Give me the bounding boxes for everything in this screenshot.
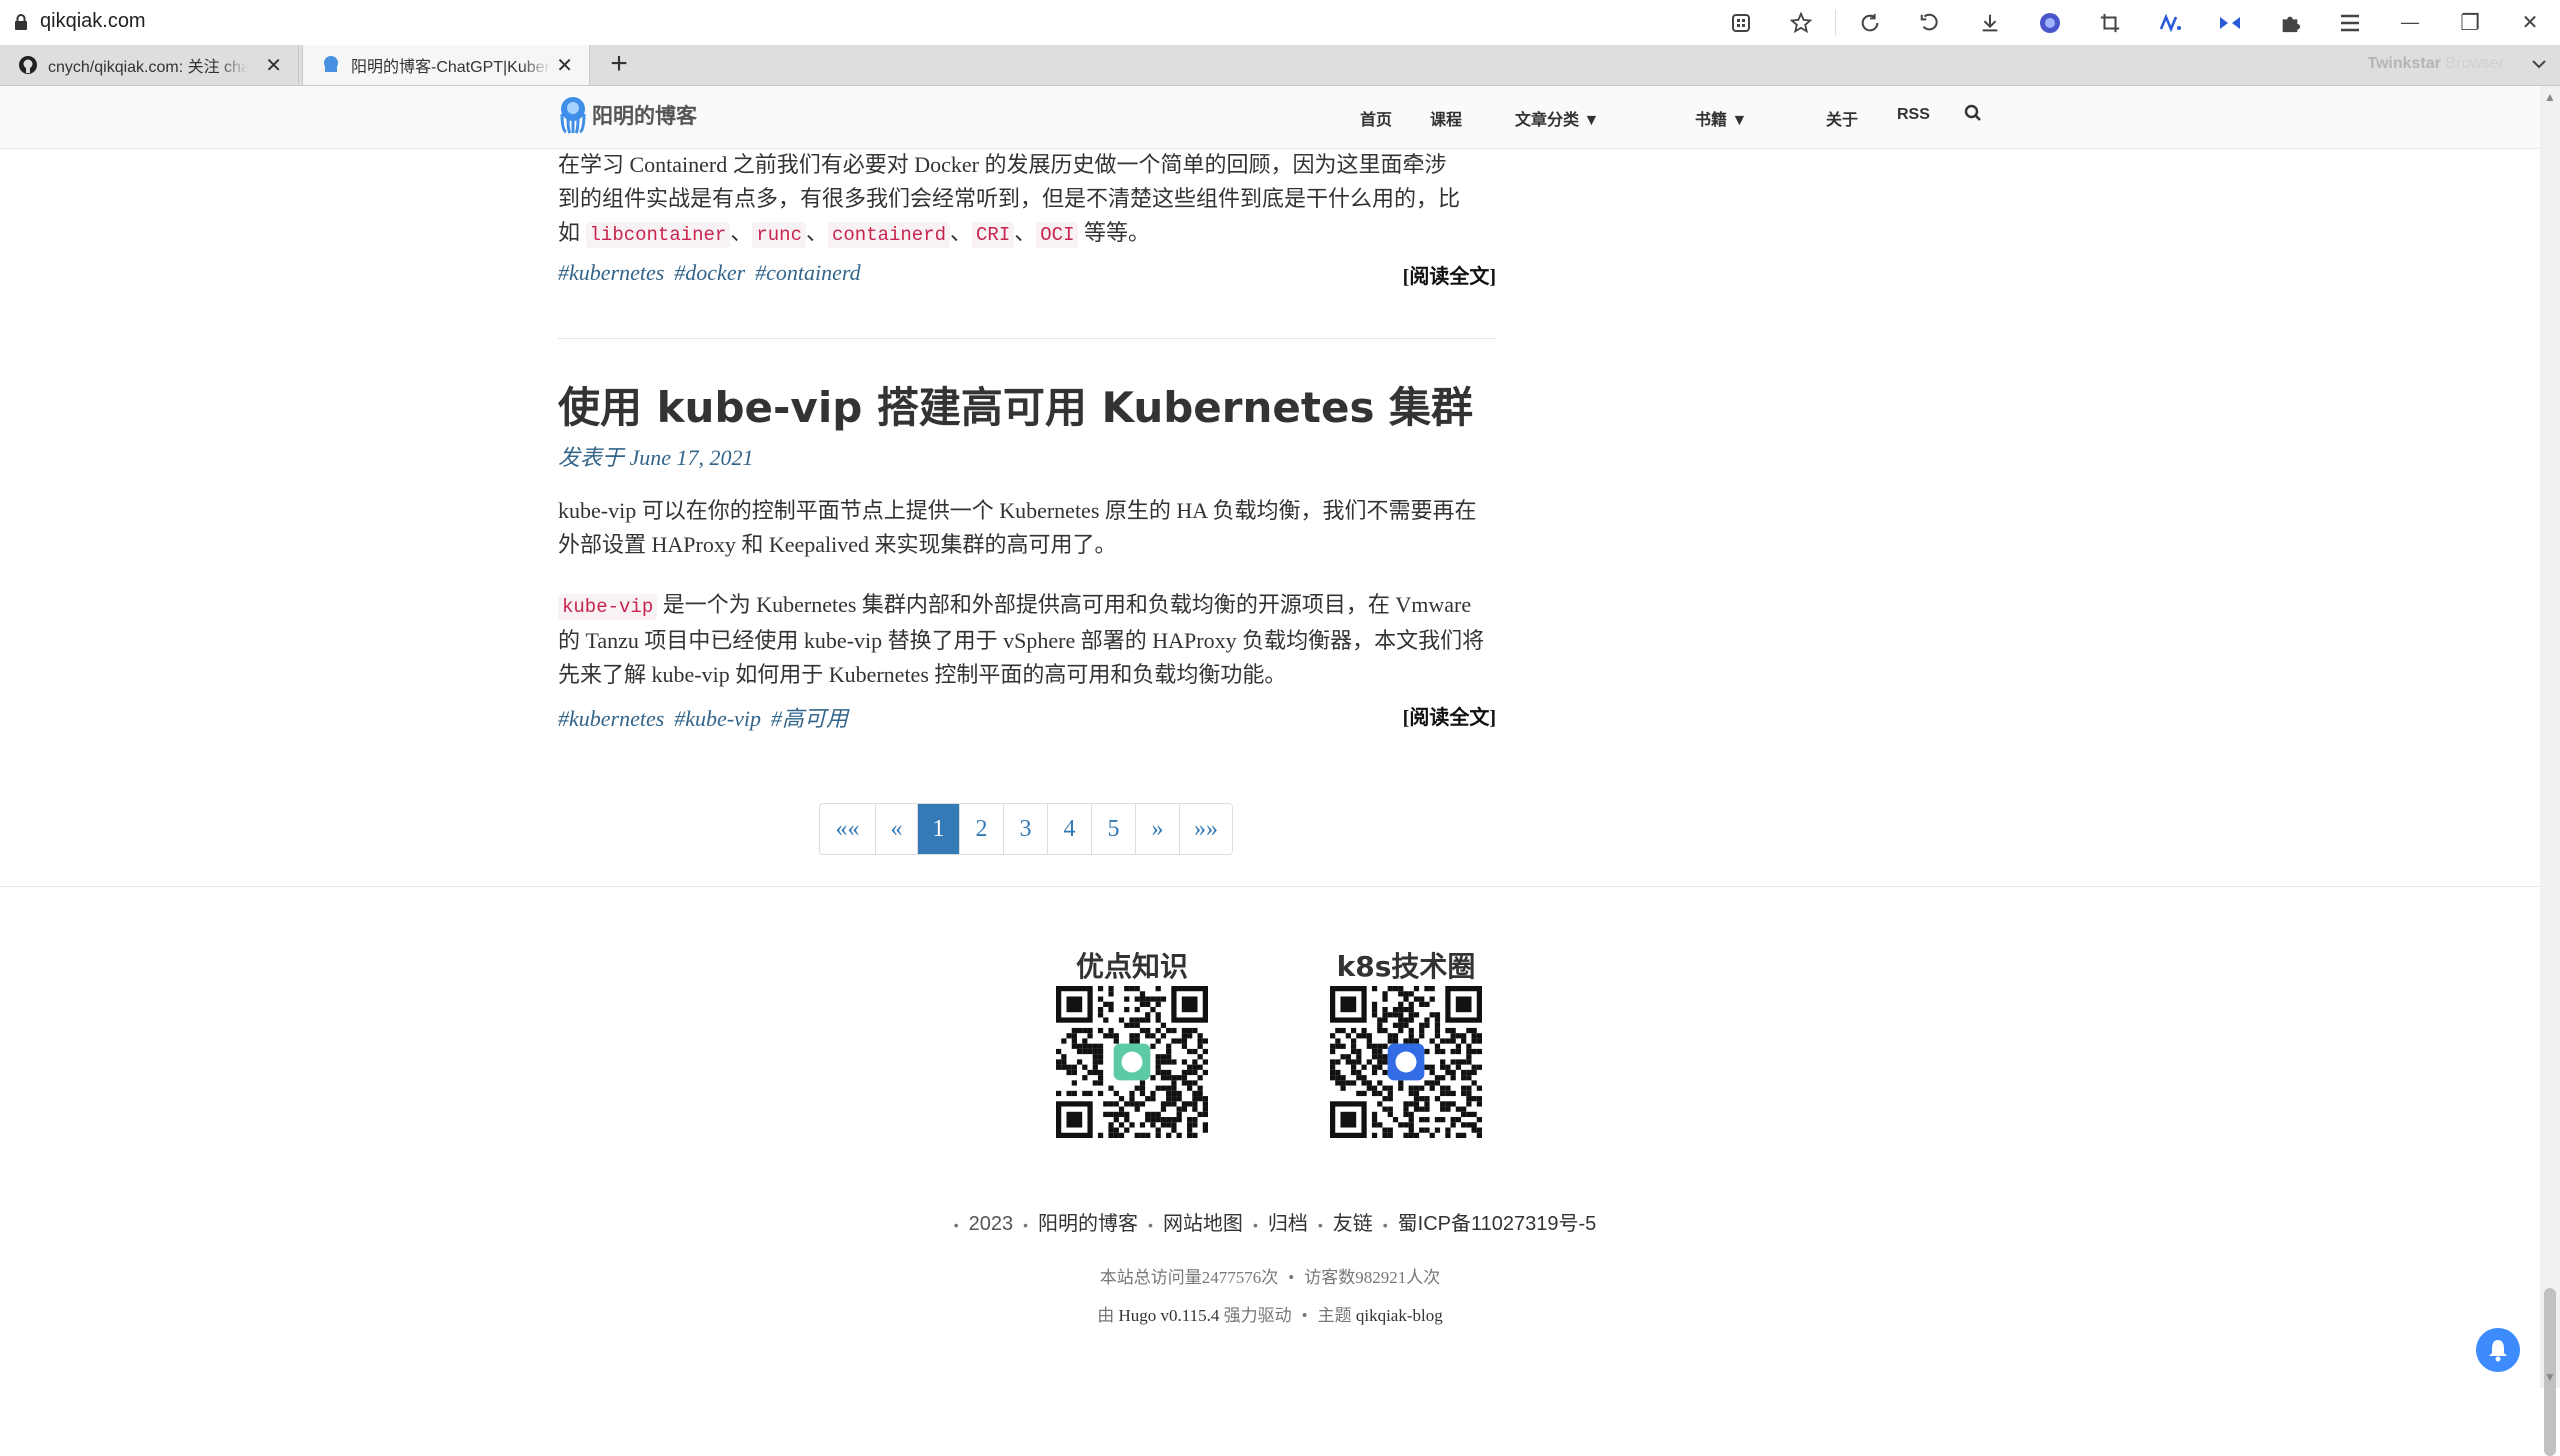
post-tags: #kubernetes #kube-vip #高可用 xyxy=(558,701,858,733)
nav-categories[interactable]: 文章分类 ▼ xyxy=(1515,106,1599,130)
download-icon[interactable] xyxy=(1960,0,2020,45)
browser-toolbar: — ❐ ✕ xyxy=(1711,0,2560,45)
inline-code: libcontainer xyxy=(585,222,731,248)
stats-pv: 本站总访问量2477576次 xyxy=(1099,1268,1279,1287)
tab-close-icon[interactable]: ✕ xyxy=(556,53,573,78)
post-summary-2: kube-vip 是一个为 Kubernetes 集群内部和外部提供高可用和负载… xyxy=(558,592,1485,687)
footer-stats: 本站总访问量2477576次 • 访客数982921人次 xyxy=(1099,1268,1441,1287)
page-1[interactable]: 1 xyxy=(918,804,960,854)
tab-title: 阳明的博客-ChatGPT|Kubern xyxy=(351,59,551,76)
read-more-link[interactable]: [阅读全文] xyxy=(1403,260,1496,289)
page-prev[interactable]: « xyxy=(876,804,918,854)
extension-n-icon[interactable] xyxy=(2140,0,2200,45)
post-summary: kube-vip 可以在你的控制平面节点上提供一个 Kubernetes 原生的… xyxy=(558,498,1477,557)
post-divider xyxy=(558,338,1496,339)
bookmark-star-icon[interactable] xyxy=(1771,0,1831,45)
tab-list-chevron-icon[interactable] xyxy=(2532,53,2546,74)
qr-card: k8s技术圈 xyxy=(1326,948,1486,1138)
extension-globe-icon[interactable] xyxy=(2020,0,2080,45)
toolbar-divider xyxy=(1835,9,1836,36)
page-last[interactable]: »» xyxy=(1180,804,1232,854)
blog-logo-icon xyxy=(324,56,338,72)
octopus-logo-icon xyxy=(560,97,586,134)
tag-link[interactable]: #containerd xyxy=(755,260,861,285)
post-tags: #kubernetes #docker #containerd xyxy=(558,260,871,286)
undo-close-tab-icon[interactable] xyxy=(1900,0,1960,45)
tag-link[interactable]: #kubernetes xyxy=(558,706,664,731)
tag-link[interactable]: #kubernetes xyxy=(558,260,664,285)
search-icon[interactable] xyxy=(1964,104,1982,127)
stats-uv: 访客数982921人次 xyxy=(1304,1268,1441,1287)
footer-link-sitemap[interactable]: 网站地图 xyxy=(1163,1213,1243,1235)
nav-rss[interactable]: RSS xyxy=(1897,106,1930,124)
pagination: «« « 1 2 3 4 5 » »» xyxy=(819,803,1233,855)
qr-scan-icon[interactable] xyxy=(1711,0,1771,45)
page-scrollbar[interactable]: ▲ ▼ xyxy=(2540,86,2560,1456)
restore-button[interactable]: ❐ xyxy=(2440,0,2500,45)
nav-about[interactable]: 关于 xyxy=(1826,106,1858,130)
qr-code-image xyxy=(1056,986,1208,1138)
page-3[interactable]: 3 xyxy=(1004,804,1048,854)
page-4[interactable]: 4 xyxy=(1048,804,1092,854)
tab-github[interactable]: cnych/qikqiak.com: 关注 cha ✕ xyxy=(0,45,299,85)
lock-icon xyxy=(15,14,27,30)
tab-qikqiak[interactable]: 阳明的博客-ChatGPT|Kubern ✕ xyxy=(302,45,590,85)
footer-year: 2023 xyxy=(968,1213,1014,1235)
tab-title: cnych/qikqiak.com: 关注 cha xyxy=(48,59,248,76)
tag-link[interactable]: #高可用 xyxy=(771,706,848,731)
footer-link-friends[interactable]: 友链 xyxy=(1333,1213,1373,1235)
footer-link-archive[interactable]: 归档 xyxy=(1268,1213,1308,1235)
post-excerpt: 在学习 Containerd 之前我们有必要对 Docker 的发展历史做一个简… xyxy=(558,152,1461,248)
qr-title: k8s技术圈 xyxy=(1336,950,1476,983)
notification-bell-icon[interactable] xyxy=(2476,1328,2520,1372)
github-icon xyxy=(19,56,37,74)
qr-code-image xyxy=(1330,986,1482,1138)
menu-hamburger-icon[interactable] xyxy=(2320,0,2380,45)
inline-code: runc xyxy=(752,222,806,248)
footer-divider xyxy=(0,886,2540,887)
close-window-button[interactable]: ✕ xyxy=(2500,0,2560,45)
qr-card: 优点知识 xyxy=(1052,948,1212,1138)
nav-books[interactable]: 书籍 ▼ xyxy=(1695,106,1747,130)
page-first[interactable]: «« xyxy=(820,804,876,854)
tag-link[interactable]: #docker xyxy=(674,260,745,285)
footer-link-blog[interactable]: 阳明的博客 xyxy=(1038,1213,1138,1235)
post-date: 发表于 June 17, 2021 xyxy=(558,445,754,470)
scroll-down-icon[interactable]: ▼ xyxy=(2543,1370,2557,1384)
page-5[interactable]: 5 xyxy=(1092,804,1136,854)
url-text[interactable]: qikqiak.com xyxy=(40,10,146,33)
site-logo[interactable]: 阳明的博客 xyxy=(558,96,697,134)
inline-code: kube-vip xyxy=(558,594,658,620)
site-header: 阳明的博客 首页 课程 文章分类 ▼ 书籍 ▼ 关于 RSS xyxy=(0,86,2540,149)
page-next[interactable]: » xyxy=(1136,804,1180,854)
theme-link[interactable]: qikqiak-blog xyxy=(1356,1306,1443,1325)
extensions-puzzle-icon[interactable] xyxy=(2260,0,2320,45)
footer-powered: 由 Hugo v0.115.4 强力驱动 • 主题 qikqiak-blog xyxy=(1097,1306,1443,1325)
address-bar[interactable]: qikqiak.com — ❐ ✕ xyxy=(0,0,2560,46)
minimize-button[interactable]: — xyxy=(2380,0,2440,45)
inline-code: containerd xyxy=(827,222,951,248)
post-title[interactable]: 使用 kube-vip 搭建高可用 Kubernetes 集群 xyxy=(558,374,1473,435)
tab-strip: cnych/qikqiak.com: 关注 cha ✕ 阳明的博客-ChatGP… xyxy=(0,45,2560,86)
crop-screenshot-icon[interactable] xyxy=(2080,0,2140,45)
read-more-link[interactable]: [阅读全文] xyxy=(1403,701,1496,730)
footer-link-icp[interactable]: 蜀ICP备11027319号-5 xyxy=(1398,1213,1597,1235)
page-2[interactable]: 2 xyxy=(960,804,1004,854)
qr-title: 优点知识 xyxy=(1075,950,1188,983)
extension-bowtie-icon[interactable] xyxy=(2200,0,2260,45)
hugo-link[interactable]: Hugo v0.115.4 xyxy=(1119,1306,1220,1325)
inline-code: CRI xyxy=(972,222,1015,248)
scroll-up-icon[interactable]: ▲ xyxy=(2543,90,2557,104)
inline-code: OCI xyxy=(1036,222,1079,248)
nav-home[interactable]: 首页 xyxy=(1360,106,1392,130)
tab-close-icon[interactable]: ✕ xyxy=(265,53,282,78)
tag-link[interactable]: #kube-vip xyxy=(674,706,761,731)
new-tab-button[interactable]: + xyxy=(604,47,634,81)
browser-brand: Twinkstar Browser xyxy=(2367,55,2504,72)
reload-icon[interactable] xyxy=(1840,0,1900,45)
footer-links: • 2023 • 阳明的博客 • 网站地图 • 归档 • 友链 • 蜀ICP备11027319号-5 xyxy=(953,1213,1597,1235)
nav-courses[interactable]: 课程 xyxy=(1430,106,1462,130)
site-logo-text: 阳明的博客 xyxy=(592,105,697,128)
